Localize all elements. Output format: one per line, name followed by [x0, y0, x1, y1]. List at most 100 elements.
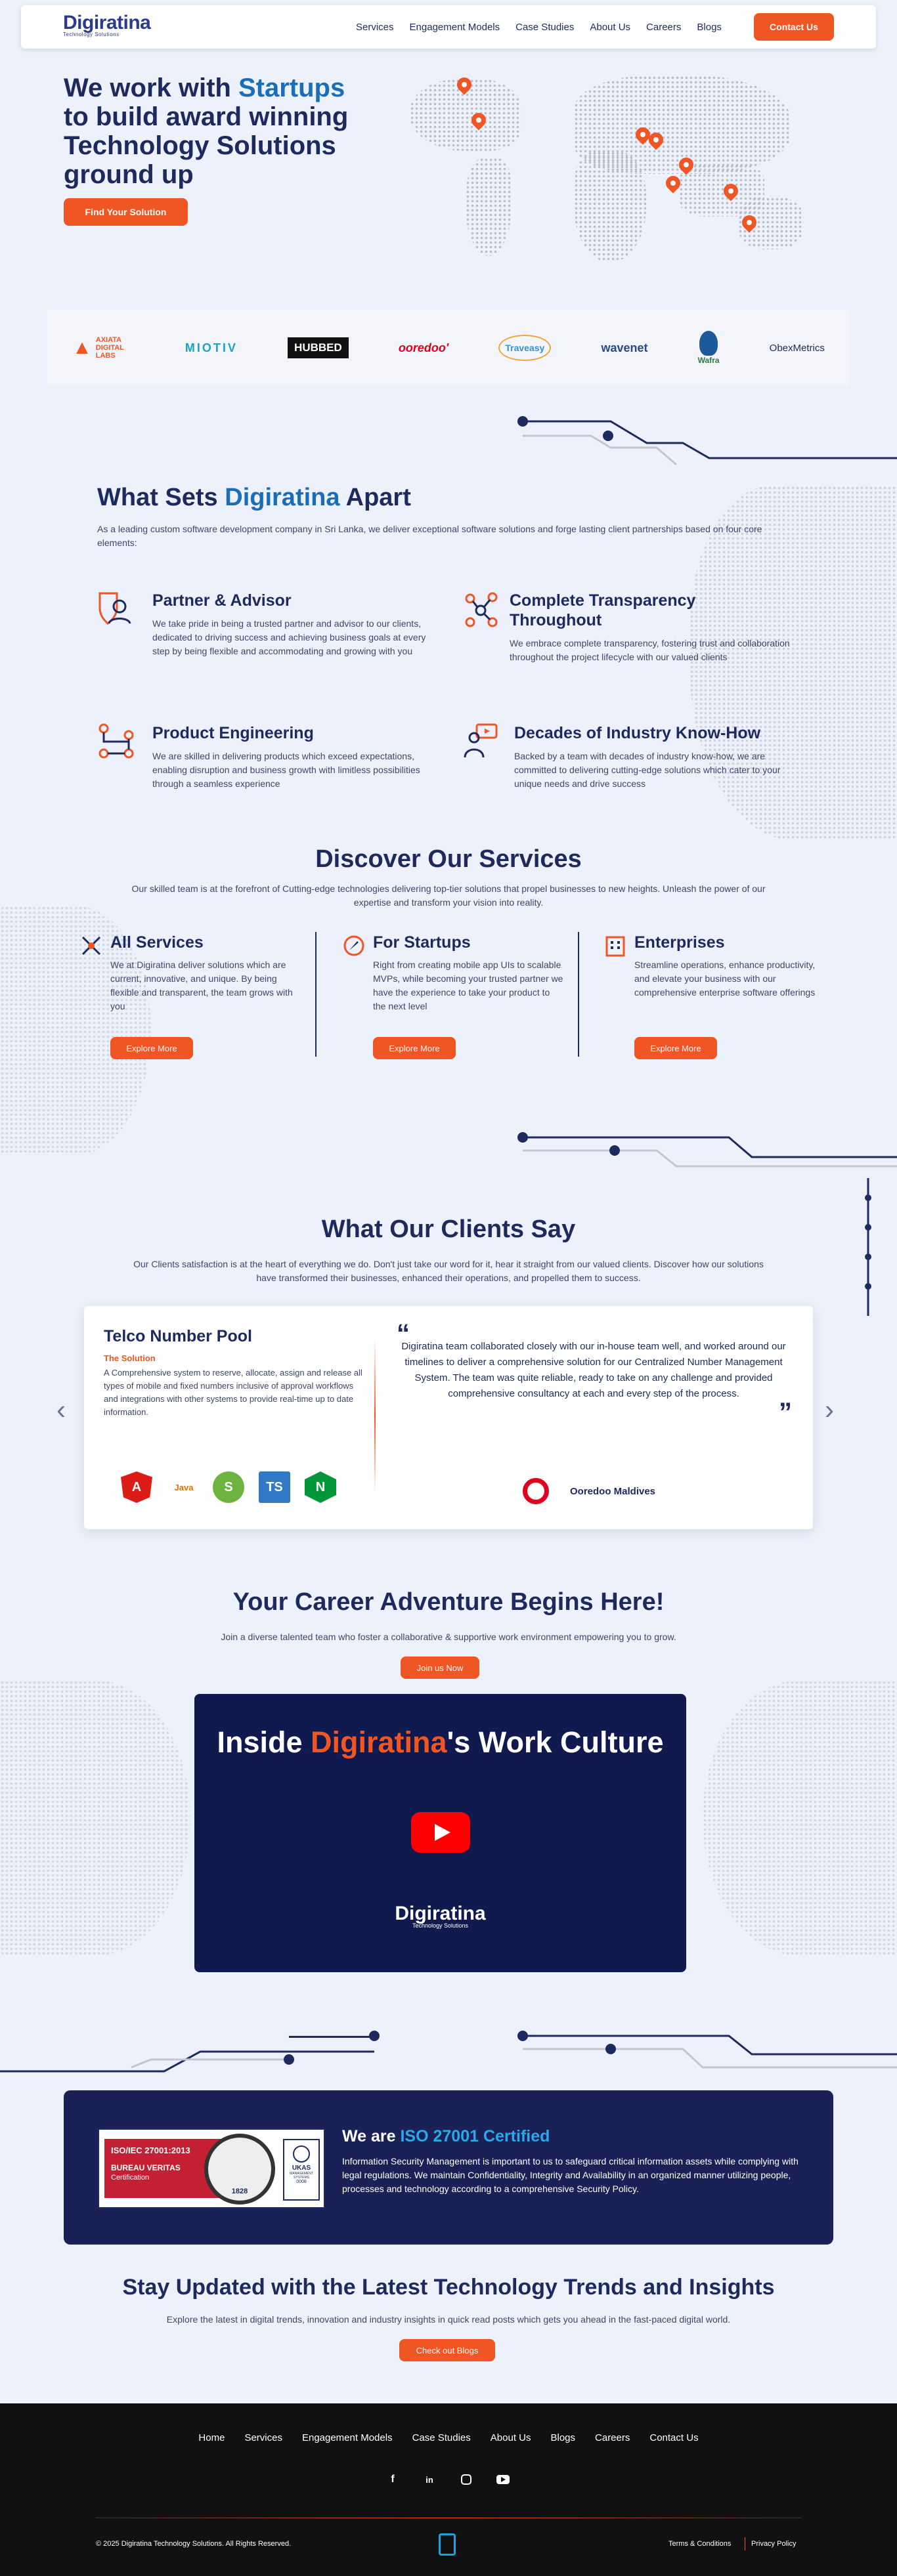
nav-blogs[interactable]: Blogs — [697, 22, 722, 33]
footer-nav: Home Services Engagement Models Case Stu… — [0, 2432, 897, 2443]
footer-link-blogs[interactable]: Blogs — [550, 2432, 575, 2443]
service-title: For Startups — [373, 933, 471, 952]
circuit-line — [289, 2036, 374, 2038]
map-backdrop — [0, 1680, 190, 1956]
career-subtitle: Join a diverse talented team who foster … — [221, 1632, 676, 1642]
video-title: Inside Digiratina's Work Culture — [217, 1725, 664, 1759]
footer-link-engagement-models[interactable]: Engagement Models — [302, 2432, 393, 2443]
explore-enterprises-button[interactable]: Explore More — [634, 1037, 717, 1059]
partner-logo: wavenet — [601, 341, 648, 354]
explore-all-services-button[interactable]: Explore More — [110, 1037, 193, 1059]
video-logo: Digiratina Technology Solutions — [395, 1903, 486, 1929]
career-title: Your Career Adventure Begins Here! — [232, 1588, 665, 1616]
iso-text: Information Security Management is impor… — [342, 2156, 799, 2194]
play-icon — [435, 1824, 450, 1841]
copyright: © 2025 Digiratina Technology Solutions. … — [96, 2540, 292, 2548]
carousel-prev-button[interactable]: ‹ — [56, 1394, 66, 1425]
privacy-link[interactable]: Privacy Policy — [751, 2540, 796, 2548]
client-name: Ooredoo Maldives — [570, 1486, 656, 1497]
industry-knowhow-icon — [464, 723, 498, 758]
divider — [374, 1339, 376, 1494]
carousel-next-button[interactable]: › — [825, 1394, 834, 1425]
all-services-icon — [81, 936, 101, 956]
play-button[interactable] — [411, 1812, 470, 1853]
nginx-icon: N — [305, 1471, 336, 1503]
partner-logo: Traveasy — [498, 335, 552, 361]
nav-services[interactable]: Services — [356, 22, 394, 33]
case-title: Telco Number Pool — [104, 1327, 252, 1345]
transparency-icon — [465, 592, 498, 627]
footer-link-contact-us[interactable]: Contact Us — [649, 2432, 698, 2443]
spring-icon: S — [213, 1471, 244, 1503]
testimonial-card: Telco Number Pool The Solution A Compreh… — [84, 1306, 813, 1529]
check-blogs-button[interactable]: Check out Blogs — [399, 2339, 495, 2361]
service-text: Right from creating mobile app UIs to sc… — [373, 960, 563, 1011]
bureau-veritas-seal-icon: 1828 — [204, 2134, 275, 2205]
services-title: Discover Our Services — [315, 845, 582, 873]
case-text: A Comprehensive system to reserve, alloc… — [104, 1368, 362, 1417]
youtube-icon[interactable] — [491, 2468, 515, 2491]
building-icon — [605, 936, 625, 957]
feature-text: Backed by a team with decades of industr… — [514, 751, 781, 789]
footer-link-careers[interactable]: Careers — [595, 2432, 630, 2443]
partners-strip: ▲ AXIATA DIGITAL LABS MIOTIV HUBBED oored… — [47, 310, 850, 386]
partner-logo: ▲ AXIATA DIGITAL LABS — [72, 336, 124, 360]
partner-advisor-icon — [98, 592, 131, 625]
terms-link[interactable]: Terms & Conditions — [668, 2540, 731, 2548]
ooredoo-icon — [523, 1478, 549, 1504]
linkedin-icon[interactable]: in — [418, 2468, 441, 2491]
service-title: All Services — [110, 933, 204, 952]
nav-engagement-models[interactable]: Engagement Models — [410, 22, 500, 33]
testimonial-quote: Digiratina team collaborated closely wit… — [401, 1341, 786, 1399]
footer-link-about-us[interactable]: About Us — [491, 2432, 531, 2443]
instagram-icon[interactable] — [454, 2468, 478, 2491]
feature-title: Decades of Industry Know-How — [514, 724, 761, 742]
world-map — [397, 59, 817, 276]
divider — [315, 932, 317, 1057]
circuit-decoration — [517, 416, 897, 466]
facebook-icon[interactable]: f — [381, 2468, 405, 2491]
hero-title: We work with Startups to build award winn… — [64, 74, 349, 189]
map-backdrop — [703, 1680, 897, 1956]
footer-logo-icon — [439, 2533, 456, 2556]
contact-us-button[interactable]: Contact Us — [754, 13, 834, 41]
iso-certificate: ISO/IEC 27001:2013 BUREAU VERITAS Certif… — [98, 2128, 325, 2208]
blog-subtitle: Explore the latest in digital trends, in… — [166, 2314, 731, 2325]
rocket-icon — [343, 935, 364, 956]
nav-careers[interactable]: Careers — [646, 22, 681, 33]
feature-title: Product Engineering — [152, 724, 314, 742]
feature-text: We embrace complete transparency, foster… — [510, 638, 790, 662]
partner-logo: MIOTIV — [185, 341, 238, 354]
angular-icon: A — [121, 1471, 152, 1503]
partner-logo: ObexMetrics — [769, 342, 825, 354]
partner-logo: ooredoo' — [398, 341, 449, 354]
circuit-decoration — [0, 2031, 897, 2073]
join-us-button[interactable]: Join us Now — [401, 1657, 479, 1679]
main-nav: Services Engagement Models Case Studies … — [356, 5, 722, 49]
case-label: The Solution — [104, 1353, 156, 1363]
iso-banner: ISO/IEC 27001:2013 BUREAU VERITAS Certif… — [64, 2090, 833, 2245]
typescript-icon: TS — [259, 1471, 290, 1503]
services-subtitle: Our skilled team is at the forefront of … — [131, 883, 766, 908]
footer-link-home[interactable]: Home — [198, 2432, 225, 2443]
nav-case-studies[interactable]: Case Studies — [515, 22, 574, 33]
clients-subtitle: Our Clients satisfaction is at the heart… — [133, 1259, 764, 1283]
find-solution-button[interactable]: Find Your Solution — [64, 198, 188, 226]
nav-about-us[interactable]: About Us — [590, 22, 630, 33]
apart-subtitle: As a leading custom software development… — [97, 524, 762, 548]
product-engineering-icon — [98, 723, 134, 759]
service-title: Enterprises — [634, 933, 725, 952]
blog-title: Stay Updated with the Latest Technology … — [122, 2275, 775, 2300]
culture-video[interactable]: Inside Digiratina's Work Culture Digirat… — [194, 1694, 686, 1972]
feature-text: We are skilled in delivering products wh… — [152, 751, 420, 789]
apart-title: What Sets Digiratina Apart — [97, 484, 411, 511]
logo[interactable]: Digiratina Technology Solutions — [63, 12, 151, 37]
feature-text: We take pride in being a trusted partner… — [152, 618, 426, 656]
footer-link-case-studies[interactable]: Case Studies — [412, 2432, 471, 2443]
clients-title: What Our Clients Say — [321, 1215, 576, 1243]
quote-close-icon: ” — [779, 1398, 792, 1427]
partner-logo: Wafra — [698, 331, 720, 365]
partner-logo: HUBBED — [288, 337, 349, 358]
footer-link-services[interactable]: Services — [244, 2432, 282, 2443]
explore-startups-button[interactable]: Explore More — [373, 1037, 456, 1059]
